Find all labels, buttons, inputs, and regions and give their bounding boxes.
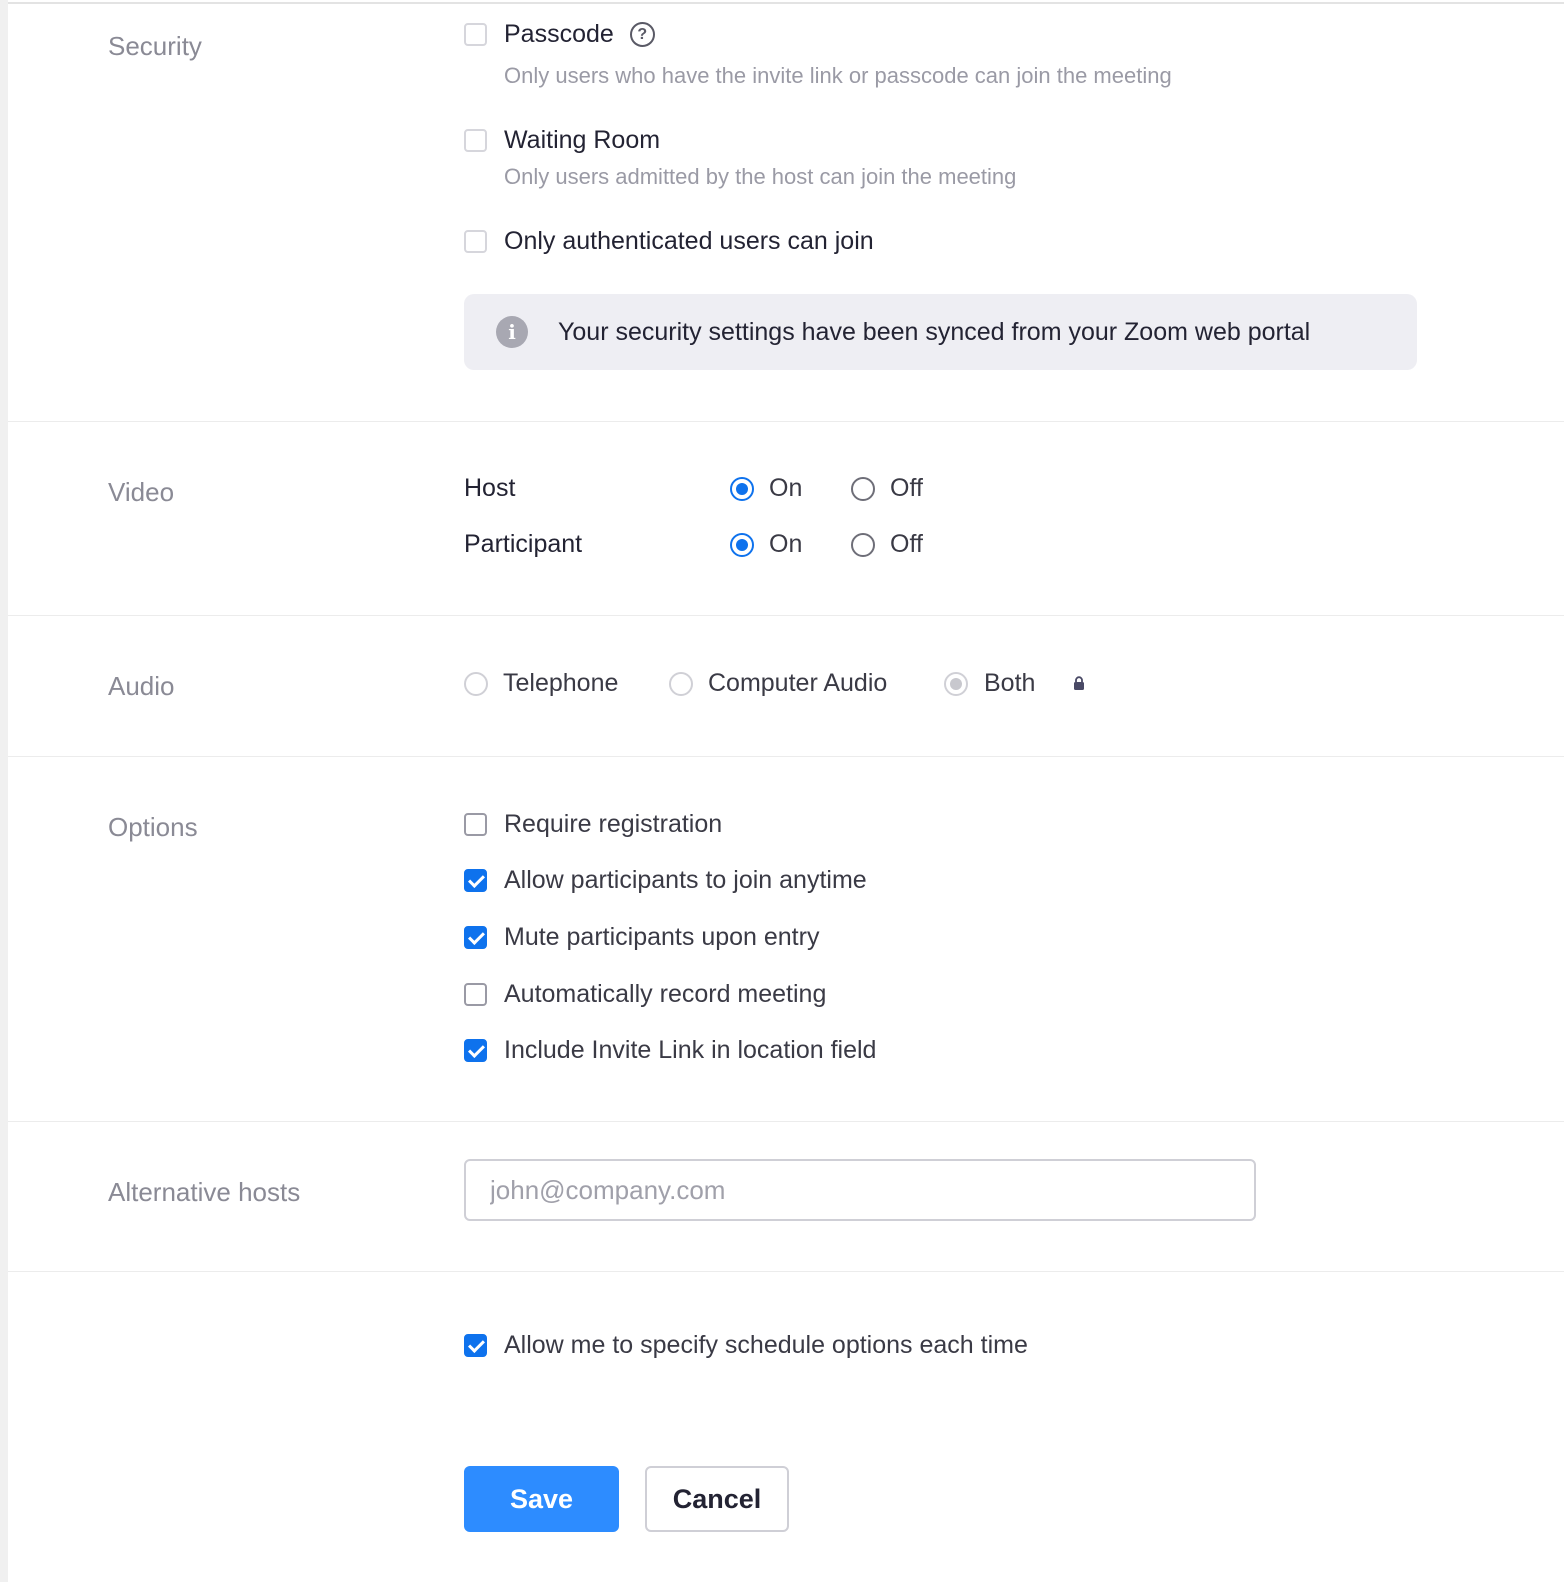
authenticated-checkbox[interactable] xyxy=(464,230,487,253)
video-host-off-option[interactable]: Off xyxy=(851,476,923,501)
option-require-registration[interactable]: Require registration xyxy=(464,812,722,837)
help-icon[interactable]: ? xyxy=(629,22,655,47)
lock-icon xyxy=(1074,676,1085,690)
option-join-anytime[interactable]: Allow participants to join anytime xyxy=(464,868,867,893)
option-label: Automatically record meeting xyxy=(504,980,827,1008)
cancel-button[interactable]: Cancel xyxy=(645,1466,789,1532)
left-rule xyxy=(0,0,8,1582)
audio-computer-label: Computer Audio xyxy=(708,669,888,697)
waiting-room-row[interactable]: Waiting Room xyxy=(464,128,660,153)
divider xyxy=(8,1121,1564,1122)
authenticated-row[interactable]: Only authenticated users can join xyxy=(464,229,874,254)
audio-computer-radio[interactable] xyxy=(669,671,693,696)
option-label: Include Invite Link in location field xyxy=(504,1036,877,1064)
audio-computer-option[interactable]: Computer Audio xyxy=(669,671,887,696)
schedule-options-checkbox[interactable] xyxy=(464,1334,487,1357)
divider xyxy=(8,421,1564,422)
audio-telephone-option[interactable]: Telephone xyxy=(464,671,618,696)
video-host-on-label: On xyxy=(769,474,803,502)
divider xyxy=(8,756,1564,757)
divider xyxy=(8,1271,1564,1272)
video-participant-label: Participant xyxy=(464,530,583,558)
audio-telephone-label: Telephone xyxy=(503,669,619,697)
video-host-off-radio[interactable] xyxy=(851,476,875,501)
section-label-security: Security xyxy=(108,31,202,61)
video-host-label: Host xyxy=(464,474,516,502)
video-participant-off-radio[interactable] xyxy=(851,532,875,557)
option-invite-link[interactable]: Include Invite Link in location field xyxy=(464,1038,876,1063)
section-label-alternative-hosts: Alternative hosts xyxy=(108,1177,301,1207)
authenticated-label: Only authenticated users can join xyxy=(504,227,874,255)
option-auto-record[interactable]: Automatically record meeting xyxy=(464,982,826,1007)
require-registration-checkbox[interactable] xyxy=(464,813,487,836)
waiting-room-description: Only users admitted by the host can join… xyxy=(504,164,1017,189)
video-host-off-label: Off xyxy=(890,474,923,502)
passcode-checkbox[interactable] xyxy=(464,23,487,46)
alternative-hosts-input[interactable] xyxy=(464,1159,1256,1221)
audio-both-label: Both xyxy=(984,669,1036,697)
section-label-video: Video xyxy=(108,477,175,507)
video-participant-on-radio[interactable] xyxy=(730,532,754,557)
banner-text: Your security settings have been synced … xyxy=(558,317,1311,346)
save-button[interactable]: Save xyxy=(464,1466,619,1532)
join-anytime-checkbox[interactable] xyxy=(464,869,487,892)
video-host-row: Host xyxy=(464,476,515,501)
section-label-options: Options xyxy=(108,812,198,842)
video-participant-on-option[interactable]: On xyxy=(730,532,802,557)
option-label: Allow participants to join anytime xyxy=(504,866,867,894)
audio-both-option[interactable]: Both xyxy=(944,671,1085,696)
top-divider xyxy=(8,2,1564,4)
schedule-options-label: Allow me to specify schedule options eac… xyxy=(504,1331,1028,1359)
invite-link-checkbox[interactable] xyxy=(464,1039,487,1062)
passcode-label: Passcode xyxy=(504,20,614,48)
info-icon: i xyxy=(496,316,528,348)
waiting-room-label: Waiting Room xyxy=(504,126,661,154)
audio-telephone-radio[interactable] xyxy=(464,671,488,696)
schedule-options-row[interactable]: Allow me to specify schedule options eac… xyxy=(464,1333,1028,1358)
security-sync-banner: i Your security settings have been synce… xyxy=(464,294,1417,370)
waiting-room-checkbox[interactable] xyxy=(464,129,487,152)
passcode-description: Only users who have the invite link or p… xyxy=(504,63,1172,88)
audio-both-radio[interactable] xyxy=(944,671,968,696)
passcode-row[interactable]: Passcode ? xyxy=(464,22,655,47)
option-label: Mute participants upon entry xyxy=(504,923,820,951)
video-host-on-option[interactable]: On xyxy=(730,476,802,501)
section-label-audio: Audio xyxy=(108,671,175,701)
mute-on-entry-checkbox[interactable] xyxy=(464,926,487,949)
auto-record-checkbox[interactable] xyxy=(464,983,487,1006)
video-participant-on-label: On xyxy=(769,530,803,558)
video-host-on-radio[interactable] xyxy=(730,476,754,501)
video-participant-off-option[interactable]: Off xyxy=(851,532,923,557)
divider xyxy=(8,615,1564,616)
option-label: Require registration xyxy=(504,810,723,838)
video-participant-off-label: Off xyxy=(890,530,923,558)
option-mute-on-entry[interactable]: Mute participants upon entry xyxy=(464,925,819,950)
video-participant-row: Participant xyxy=(464,532,582,557)
